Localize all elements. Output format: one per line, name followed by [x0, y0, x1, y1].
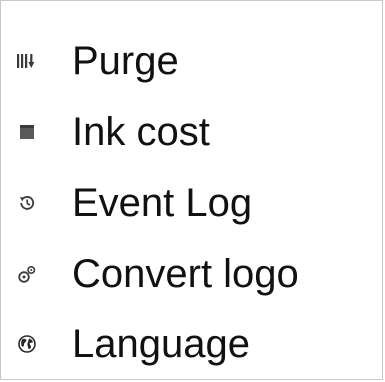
- globe-icon: [14, 331, 40, 357]
- event-log-icon: [14, 190, 40, 216]
- menu-item-label: Ink cost: [72, 110, 210, 154]
- menu-item-language[interactable]: Language: [1, 309, 382, 379]
- menu-item-convert-logo[interactable]: Convert logo: [1, 239, 382, 309]
- ink-cost-icon: [14, 119, 40, 145]
- menu-item-event-log[interactable]: Event Log: [1, 168, 382, 238]
- convert-logo-icon: [14, 261, 40, 287]
- menu-item-label: Purge: [72, 39, 179, 83]
- purge-icon: [14, 48, 40, 74]
- menu-item-label: Language: [72, 322, 250, 366]
- menu-item-label: Event Log: [72, 181, 253, 225]
- context-menu: Purge Ink cost Event Log Convert logo La…: [0, 0, 383, 380]
- menu-item-purge[interactable]: Purge: [1, 26, 382, 96]
- menu-item-ink-cost[interactable]: Ink cost: [1, 97, 382, 167]
- menu-item-label: Convert logo: [72, 252, 299, 296]
